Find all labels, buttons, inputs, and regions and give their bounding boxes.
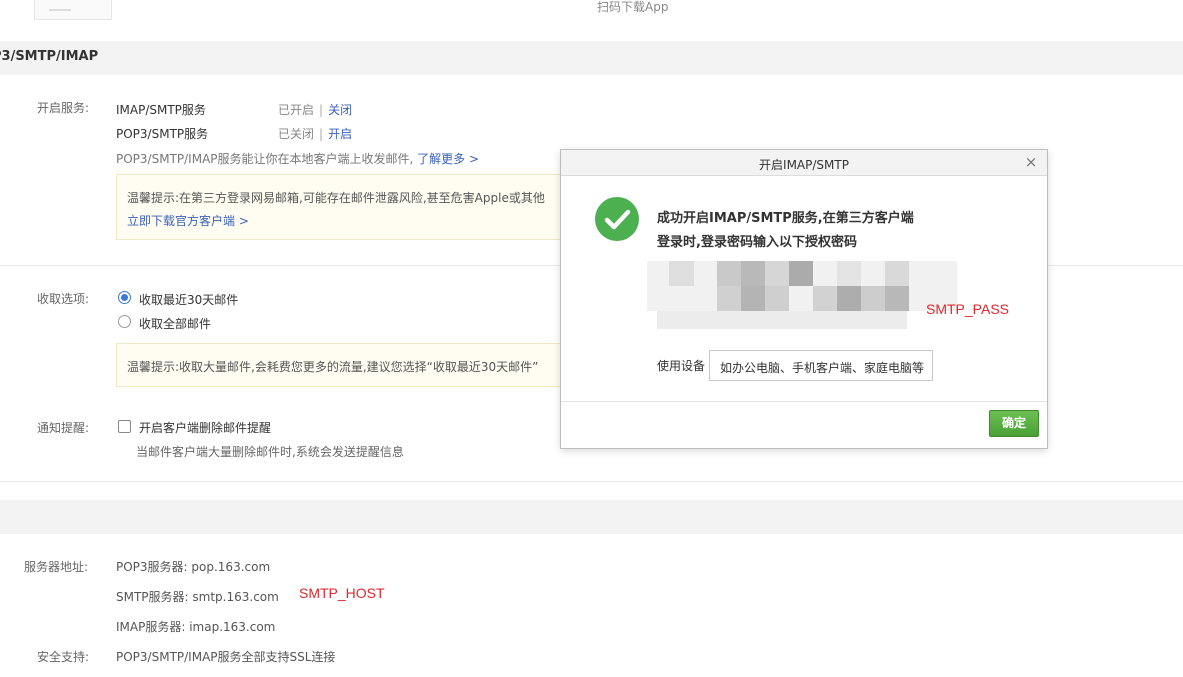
success-check-icon — [595, 197, 639, 241]
enable-imap-dialog: 开启IMAP/SMTP × 成功开启IMAP/SMTP服务,在第三方客户端 登录… — [560, 149, 1048, 449]
imap-service-name: IMAP/SMTP服务 — [116, 103, 206, 117]
learn-more-link[interactable]: 了解更多 > — [417, 152, 479, 166]
pop3-service-status: 已关闭 — [278, 127, 315, 141]
qr-code-box — [34, 0, 112, 20]
security-text: POP3/SMTP/IMAP服务全部支持SSL连接 — [116, 650, 336, 664]
success-message-line1: 成功开启IMAP/SMTP服务,在第三方客户端 — [657, 211, 914, 226]
server-label: 服务器地址: — [24, 560, 89, 574]
services-description-row: POP3/SMTP/IMAP服务能让你在本地客户端上收发邮件, 了解更多 > — [116, 150, 479, 167]
imap-close-link[interactable]: 关闭 — [328, 103, 352, 117]
section-header — [0, 41, 1183, 75]
confirm-button[interactable]: 确定 — [989, 410, 1039, 437]
radio-recent-30-days-label[interactable]: 收取最近30天邮件 — [139, 291, 238, 308]
tip-traffic-text: 温馨提示:收取大量邮件,会耗费您更多的流量,建议您选择“收取最近30天邮件” — [127, 360, 539, 374]
receive-label: 收取选项: — [37, 292, 90, 306]
pop3-open-link[interactable]: 开启 — [328, 127, 352, 141]
pop3-service-name: POP3/SMTP服务 — [116, 127, 209, 141]
smtp-host-annotation: SMTP_HOST — [299, 585, 385, 601]
radio-all-mail-label[interactable]: 收取全部邮件 — [139, 315, 211, 332]
close-icon[interactable]: × — [1023, 153, 1039, 171]
delete-alert-description: 当邮件客户端大量删除邮件时,系统会发送提醒信息 — [136, 445, 404, 459]
smtp-pass-annotation: SMTP_PASS — [926, 301, 1009, 317]
success-message-line2: 登录时,登录密码输入以下授权密码 — [657, 235, 857, 250]
imap-service-status: 已开启 — [278, 103, 315, 117]
delete-alert-checkbox-label[interactable]: 开启客户端删除邮件提醒 — [139, 419, 271, 436]
imap-server: IMAP服务器: imap.163.com — [116, 620, 276, 634]
services-label: 开启服务: — [37, 101, 90, 115]
delete-alert-checkbox[interactable] — [118, 420, 131, 433]
dialog-title: 开启IMAP/SMTP — [759, 158, 849, 172]
radio-all-mail[interactable] — [118, 315, 131, 328]
tip-box-third-party: 温馨提示:在第三方登录网易邮箱,可能存在邮件泄露风险,甚至危害Apple或其他 … — [116, 174, 576, 240]
smtp-server: SMTP服务器: smtp.163.com — [116, 590, 279, 604]
pop3-server: POP3服务器: pop.163.com — [116, 560, 271, 574]
pop3-service-status-row: 已关闭 | 开启 — [278, 125, 352, 142]
tip-box-traffic: 温馨提示:收取大量邮件,会耗费您更多的流量,建议您选择“收取最近30天邮件” — [116, 343, 576, 387]
dialog-header: 开启IMAP/SMTP × — [561, 150, 1047, 176]
radio-recent-30-days[interactable] — [118, 291, 131, 304]
device-input[interactable]: 如办公电脑、手机客户端、家庭电脑等 — [709, 350, 933, 381]
download-client-link[interactable]: 立即下载官方客户端 > — [127, 212, 249, 229]
scan-download-text: 扫码下载App — [597, 0, 669, 14]
services-description: POP3/SMTP/IMAP服务能让你在本地客户端上收发邮件, — [116, 152, 414, 166]
section-title: P3/SMTP/IMAP — [0, 49, 99, 64]
imap-service-status-row: 已开启 | 关闭 — [278, 101, 352, 118]
auth-code-redacted — [647, 261, 957, 329]
divider: | — [319, 103, 324, 117]
section-band — [0, 500, 1183, 534]
divider: | — [319, 127, 324, 141]
divider — [0, 481, 1183, 482]
device-label: 使用设备 — [657, 359, 706, 373]
notify-label: 通知提醒: — [37, 421, 90, 435]
divider — [561, 401, 1047, 402]
security-label: 安全支持: — [37, 650, 90, 664]
tip-third-party-text: 温馨提示:在第三方登录网易邮箱,可能存在邮件泄露风险,甚至危害Apple或其他 — [127, 191, 545, 205]
